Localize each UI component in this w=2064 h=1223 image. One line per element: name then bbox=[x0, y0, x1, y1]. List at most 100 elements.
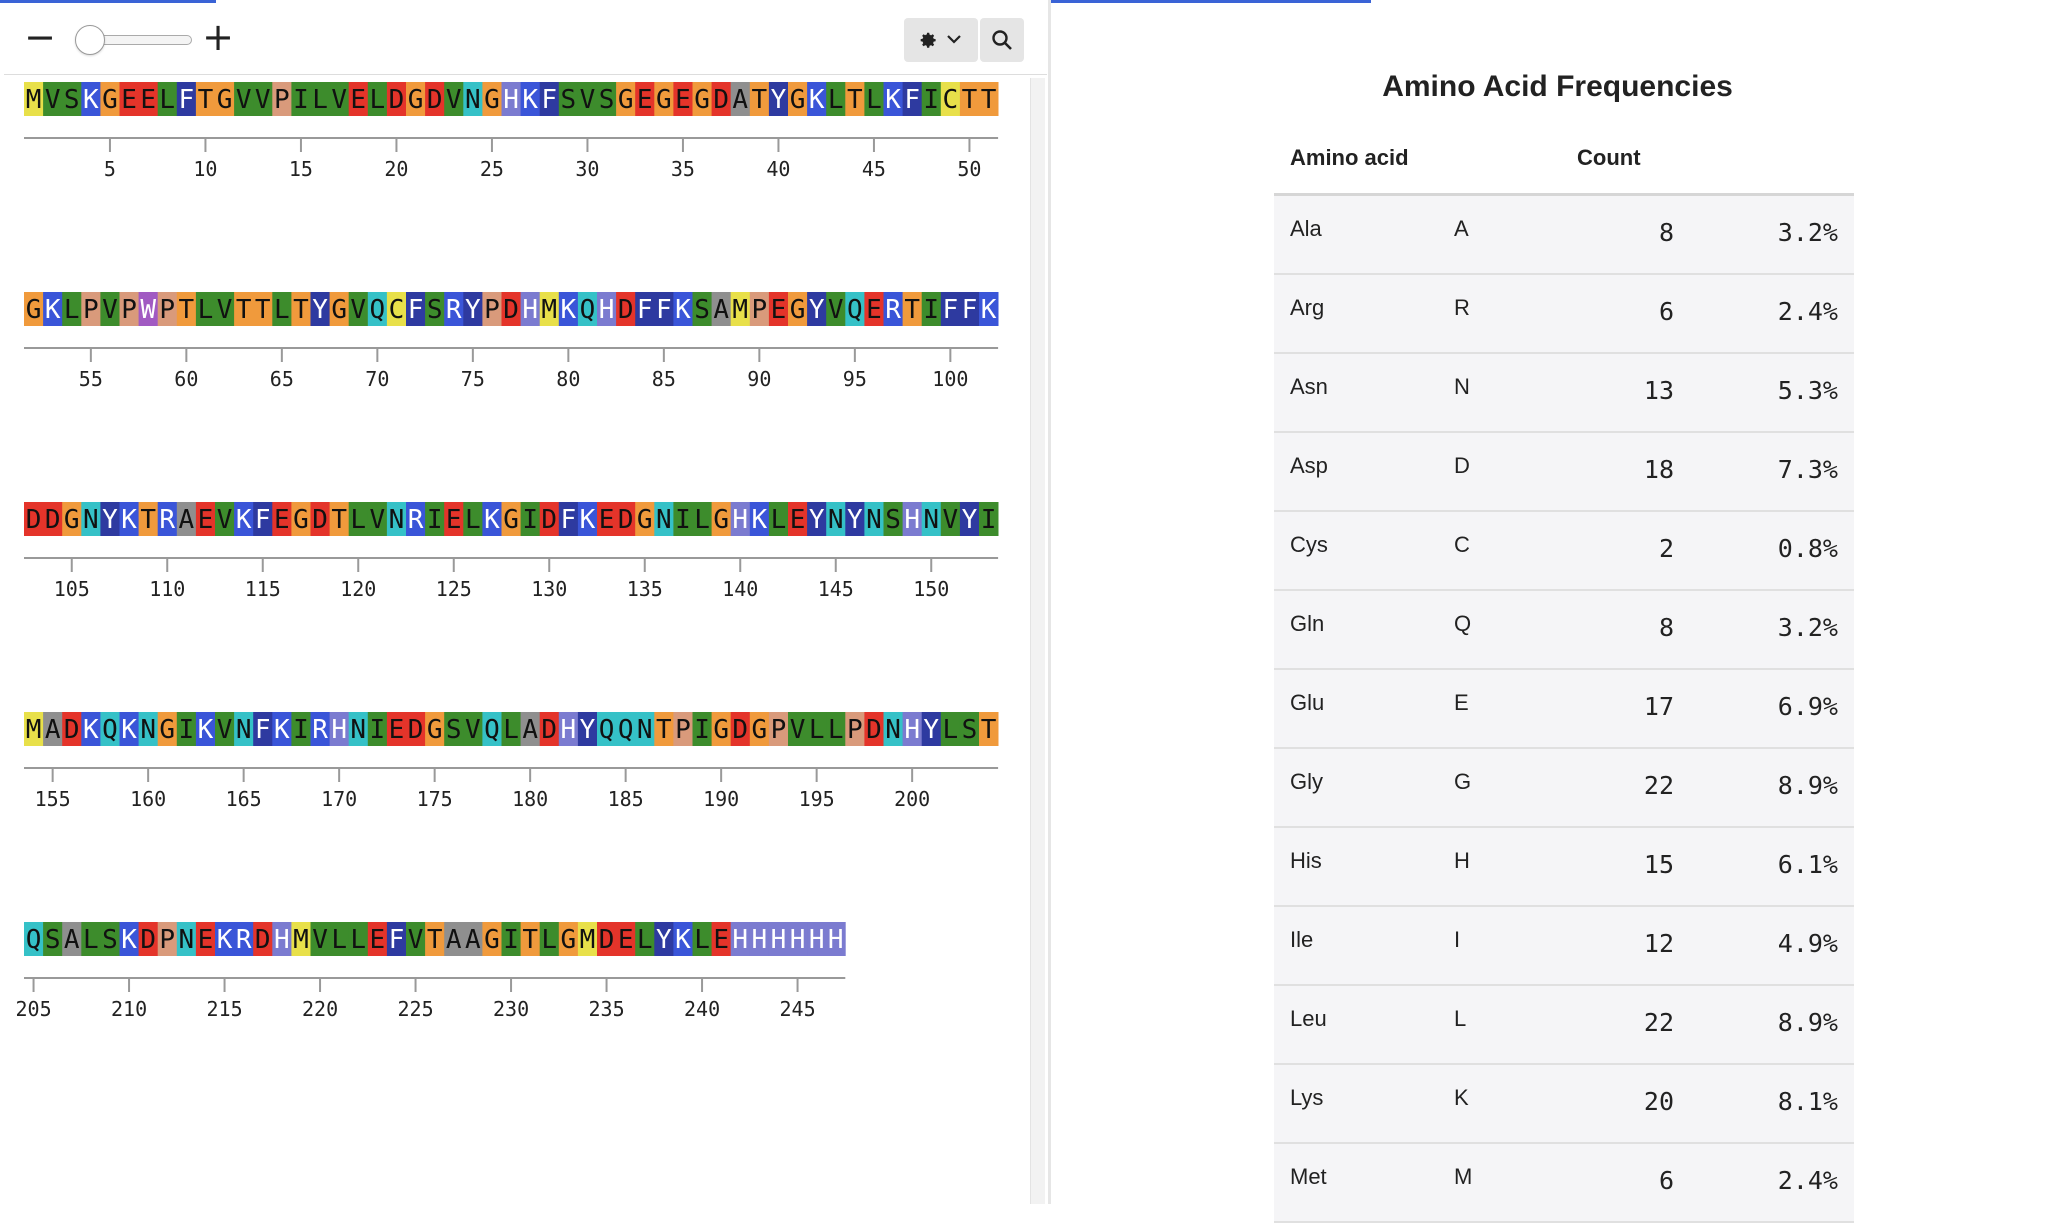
residue-letter: E bbox=[790, 505, 806, 535]
residue-letter: F bbox=[561, 505, 577, 535]
axis-tick-label: 195 bbox=[799, 787, 835, 811]
residue-letter: I bbox=[522, 505, 538, 535]
residue-letter: H bbox=[732, 925, 748, 955]
residue-letter: K bbox=[83, 85, 99, 115]
zoom-in-button[interactable]: + bbox=[198, 18, 238, 58]
residue-letter: E bbox=[771, 295, 787, 325]
frequency-table: Amino acid Count Ala A 8 3.2% Arg R 6 2.4% Asn N 1… bbox=[1274, 135, 1854, 1223]
sequence-viewer-pane: − + MVSKGEELFTGVVPILVELDGDVNGHKFSVSGEGEG… bbox=[0, 0, 1048, 1204]
axis-tick-label: 130 bbox=[531, 577, 567, 601]
vertical-scrollbar[interactable] bbox=[1030, 78, 1045, 1204]
residue-letter: V bbox=[236, 85, 252, 115]
residue-letter: M bbox=[26, 85, 42, 115]
residue-letter: R bbox=[885, 295, 901, 325]
axis-tick-label: 185 bbox=[608, 787, 644, 811]
amino-acid-name: Gln bbox=[1290, 611, 1325, 636]
gear-icon bbox=[920, 32, 936, 48]
residue-letter: S bbox=[694, 295, 710, 325]
axis-tick-label: 210 bbox=[111, 997, 147, 1021]
residue-letter: E bbox=[713, 925, 729, 955]
residue-letter: P bbox=[83, 295, 99, 325]
settings-dropdown-button[interactable] bbox=[904, 18, 978, 62]
residue-letter: Y bbox=[102, 505, 118, 535]
residue-letter: G bbox=[26, 295, 42, 325]
axis-tick-label: 175 bbox=[417, 787, 453, 811]
count-value: 22 bbox=[1643, 1008, 1674, 1037]
residue-letter: I bbox=[923, 295, 939, 325]
residue-letter: N bbox=[637, 715, 653, 745]
residue-letter: S bbox=[64, 85, 80, 115]
residue-letter: T bbox=[847, 85, 863, 115]
zoom-slider-thumb[interactable] bbox=[75, 25, 106, 55]
residue-letter: G bbox=[656, 85, 672, 115]
residue-letter: T bbox=[427, 925, 443, 955]
residue-letter: K bbox=[484, 505, 500, 535]
residue-letter: F bbox=[255, 505, 271, 535]
residue-letter: A bbox=[465, 925, 481, 955]
frequency-title: Amino Acid Frequencies bbox=[1382, 70, 1733, 103]
residue-letter: K bbox=[121, 715, 137, 745]
amino-acid-code: I bbox=[1454, 927, 1461, 952]
residue-letter: S bbox=[427, 295, 443, 325]
residue-letter: T bbox=[140, 505, 156, 535]
residue-letter: L bbox=[694, 925, 710, 955]
residue-letter: F bbox=[943, 295, 959, 325]
residue-letter: S bbox=[561, 85, 577, 115]
residue-letter: H bbox=[752, 925, 768, 955]
search-button[interactable] bbox=[980, 18, 1024, 62]
residue-letter: T bbox=[293, 295, 309, 325]
residue-letter: L bbox=[312, 85, 328, 115]
residue-letter: T bbox=[522, 925, 538, 955]
residue-letter: L bbox=[64, 295, 80, 325]
table-body: Ala A 8 3.2% Arg R 6 2.4% Asn N 13 5.3% Asp D 18 7.3% Cy… bbox=[1274, 196, 1854, 1223]
axis-tick-label: 20 bbox=[384, 157, 408, 181]
axis-tick-label: 55 bbox=[79, 367, 103, 391]
residue-letter: V bbox=[943, 505, 959, 535]
residue-letter: K bbox=[809, 85, 825, 115]
residue-letter: Q bbox=[102, 715, 118, 745]
percent-value: 8.9% bbox=[1777, 1008, 1838, 1037]
column-header-amino-acid[interactable]: Amino acid bbox=[1290, 145, 1409, 171]
residue-letter: L bbox=[503, 715, 519, 745]
axis-tick-label: 15 bbox=[289, 157, 313, 181]
amino-acid-code: E bbox=[1454, 690, 1469, 715]
amino-acid-code: H bbox=[1454, 848, 1470, 873]
residue-letter: G bbox=[427, 715, 443, 745]
table-row: Glu E 17 6.9% bbox=[1274, 670, 1854, 749]
residue-letter: F bbox=[656, 295, 672, 325]
residue-letter: L bbox=[350, 925, 366, 955]
column-header-count[interactable]: Count bbox=[1577, 145, 1641, 171]
residue-letter: V bbox=[255, 85, 271, 115]
residue-letter: A bbox=[64, 925, 80, 955]
residue-letter: D bbox=[541, 715, 557, 745]
residue-letter: H bbox=[274, 925, 290, 955]
residue-letter: Y bbox=[465, 295, 481, 325]
residue-letter: D bbox=[599, 925, 615, 955]
residue-letter: D bbox=[618, 295, 634, 325]
residue-letter: D bbox=[389, 85, 405, 115]
table-row: Ile I 12 4.9% bbox=[1274, 907, 1854, 986]
residue-letter: S bbox=[962, 715, 978, 745]
amino-acid-code: Q bbox=[1454, 611, 1472, 636]
residue-letter: W bbox=[140, 295, 156, 325]
residue-letter: L bbox=[828, 715, 844, 745]
axis-tick-label: 75 bbox=[461, 367, 485, 391]
residue-letter: K bbox=[121, 925, 137, 955]
residue-letter: N bbox=[350, 715, 366, 745]
residue-letter: G bbox=[713, 715, 729, 745]
residue-letter: G bbox=[331, 295, 347, 325]
residue-letter: E bbox=[446, 505, 462, 535]
residue-letter: K bbox=[522, 85, 538, 115]
residue-letter: T bbox=[331, 505, 347, 535]
residue-letter: N bbox=[236, 715, 252, 745]
axis-tick-label: 140 bbox=[722, 577, 758, 601]
axis-tick-label: 245 bbox=[779, 997, 815, 1021]
residue-letter: L bbox=[198, 295, 214, 325]
residue-letter: P bbox=[847, 715, 863, 745]
percent-value: 2.4% bbox=[1777, 1166, 1838, 1195]
residue-letter: T bbox=[962, 85, 978, 115]
residue-letter: K bbox=[580, 505, 596, 535]
count-value: 13 bbox=[1643, 376, 1674, 405]
residue-letter: H bbox=[331, 715, 347, 745]
zoom-out-button[interactable]: − bbox=[20, 18, 60, 58]
